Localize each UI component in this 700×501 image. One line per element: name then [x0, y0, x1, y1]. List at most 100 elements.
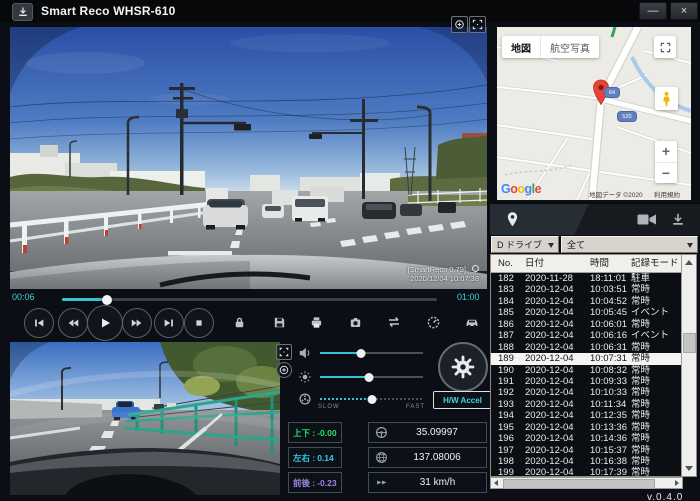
table-row[interactable]: 186 2020-12-04 10:06:01 常時 — [491, 319, 682, 330]
print-button[interactable] — [307, 313, 325, 331]
scroll-right-icon[interactable] — [675, 480, 679, 486]
skip-start-button[interactable] — [24, 308, 54, 338]
speed-value: 31 km/h — [389, 477, 486, 488]
fast-forward-button[interactable] — [122, 308, 152, 338]
map-tab[interactable]: 地図 — [502, 40, 540, 55]
table-row[interactable]: 194 2020-12-04 10:12:35 常時 — [491, 410, 682, 421]
table-row[interactable]: 184 2020-12-04 10:04:52 常時 — [491, 296, 682, 307]
skip-end-button[interactable] — [154, 308, 184, 338]
play-button[interactable] — [87, 305, 123, 341]
column-date[interactable]: 日付 — [525, 255, 544, 272]
column-time[interactable]: 時間 — [590, 255, 609, 272]
cell-time: 10:05:45 — [590, 307, 627, 318]
pegman-control[interactable] — [655, 87, 678, 110]
cell-time: 10:06:31 — [590, 342, 627, 353]
close-button[interactable]: × — [670, 2, 698, 20]
timeline-knob[interactable] — [102, 295, 112, 305]
speed-track[interactable] — [320, 398, 423, 400]
sub-video-expand-icon[interactable] — [276, 344, 292, 360]
cell-date: 2020-12-04 — [525, 422, 574, 433]
title-bar: Smart Reco WHSR-610 — × — [0, 0, 700, 22]
scrollbar-thumb[interactable] — [503, 479, 655, 489]
table-row[interactable]: 195 2020-12-04 10:13:36 常時 — [491, 422, 682, 433]
table-row[interactable]: 193 2020-12-04 10:11:34 常時 — [491, 399, 682, 410]
scroll-down-icon[interactable] — [685, 466, 693, 471]
main-video-expand-icon[interactable] — [469, 16, 486, 33]
drive-select[interactable]: D ドライブ — [491, 236, 559, 253]
chevron-down-icon — [687, 243, 693, 248]
rear-camera-video[interactable] — [10, 342, 280, 495]
sensor-box: 前後 : -0.23 — [288, 472, 342, 493]
scroll-up-icon[interactable] — [685, 260, 693, 265]
sub-video-zoom-button[interactable] — [276, 362, 292, 378]
table-row[interactable]: 183 2020-12-04 10:03:51 常時 — [491, 284, 682, 295]
sensor-value: -0.23 — [317, 478, 336, 488]
scroll-left-icon[interactable] — [494, 480, 498, 486]
table-row[interactable]: 188 2020-12-04 10:06:31 常時 — [491, 342, 682, 353]
column-no[interactable]: No. — [498, 255, 513, 272]
cell-time: 10:13:36 — [590, 422, 627, 433]
brightness-knob[interactable] — [365, 373, 374, 382]
table-row[interactable]: 191 2020-12-04 10:09:33 常時 — [491, 376, 682, 387]
table-row[interactable]: 196 2020-12-04 10:14:36 常時 — [491, 433, 682, 444]
seek-bar[interactable] — [62, 298, 437, 301]
main-video-zoom-button[interactable] — [451, 16, 468, 33]
speed-knob[interactable] — [367, 395, 376, 404]
table-row[interactable]: 192 2020-12-04 10:10:33 常時 — [491, 387, 682, 398]
camcorder-button[interactable] — [637, 213, 657, 226]
cell-time: 10:06:01 — [590, 319, 627, 330]
table-row[interactable]: 199 2020-12-04 10:17:39 常時 — [491, 467, 682, 476]
hw-accel-button[interactable]: H/W Accel — [433, 391, 492, 409]
cell-mode: 常時 — [631, 399, 650, 410]
fast-label: FAST — [406, 404, 425, 410]
brightness-track[interactable] — [320, 376, 423, 378]
save-button[interactable] — [270, 313, 288, 331]
download-button[interactable] — [671, 212, 685, 227]
table-row[interactable]: 182 2020-11-28 18:11:01 駐車 — [491, 273, 682, 284]
volume-track[interactable] — [320, 352, 423, 354]
table-row[interactable]: 190 2020-12-04 10:08:32 常時 — [491, 365, 682, 376]
table-row[interactable]: 198 2020-12-04 10:16:38 常時 — [491, 456, 682, 467]
stop-button[interactable] — [184, 308, 214, 338]
timeline-fill — [62, 298, 107, 301]
lock-button[interactable] — [230, 313, 248, 331]
table-row[interactable]: 185 2020-12-04 10:05:45 イベント — [491, 307, 682, 318]
cell-no: 187 — [498, 330, 514, 341]
map-terms-link[interactable]: 利用規約 — [654, 189, 680, 199]
cell-mode: 常時 — [631, 422, 650, 433]
table-row[interactable]: 189 2020-12-04 10:07:31 常時 — [491, 353, 682, 364]
map-fullscreen-button[interactable] — [654, 36, 676, 58]
event-table-body[interactable]: 182 2020-11-28 18:11:01 駐車 183 2020-12-0… — [491, 273, 682, 476]
rewind-button[interactable] — [58, 308, 88, 338]
cell-time: 10:03:51 — [590, 284, 627, 295]
satellite-tab[interactable]: 航空写真 — [540, 36, 599, 58]
minimize-button[interactable]: — — [639, 2, 667, 20]
map-zoom-out-button[interactable]: − — [655, 163, 677, 184]
vertical-scrollbar[interactable] — [681, 255, 696, 476]
adjust-slider[interactable] — [296, 369, 426, 385]
map-panel[interactable]: 地図 航空写真 + − 64 520 Google 地図データ ©2020 利用… — [497, 27, 691, 200]
scrollbar-thumb[interactable] — [683, 333, 696, 353]
filter-select[interactable]: 全て — [561, 236, 698, 253]
cell-date: 2020-12-04 — [525, 376, 574, 387]
volume-icon — [298, 346, 312, 360]
front-camera-video[interactable]: [SmartReco 0.79] 2020/12/04 10:07:38 — [10, 27, 487, 289]
swap-button[interactable] — [385, 313, 403, 331]
longitude-value: 137.08006 — [388, 452, 486, 463]
vehicle-button[interactable] — [463, 313, 481, 331]
settings-button[interactable] — [438, 342, 488, 392]
map-type-control: 地図 航空写真 — [502, 36, 599, 58]
cell-time: 10:16:38 — [590, 456, 627, 467]
capture-button[interactable] — [346, 313, 364, 331]
gauge-button[interactable] — [424, 313, 442, 331]
horizontal-scrollbar[interactable] — [490, 477, 683, 489]
column-mode[interactable]: 記録モード — [631, 255, 679, 272]
cell-time: 10:14:36 — [590, 433, 627, 444]
volume-knob[interactable] — [357, 349, 366, 358]
table-row[interactable]: 187 2020-12-04 10:06:16 イベント — [491, 330, 682, 341]
location-pin-button[interactable] — [506, 211, 519, 228]
table-row[interactable]: 197 2020-12-04 10:15:37 常時 — [491, 445, 682, 456]
cell-mode: 常時 — [631, 342, 650, 353]
map-zoom-in-button[interactable]: + — [655, 141, 677, 163]
adjust-slider[interactable] — [296, 345, 426, 361]
